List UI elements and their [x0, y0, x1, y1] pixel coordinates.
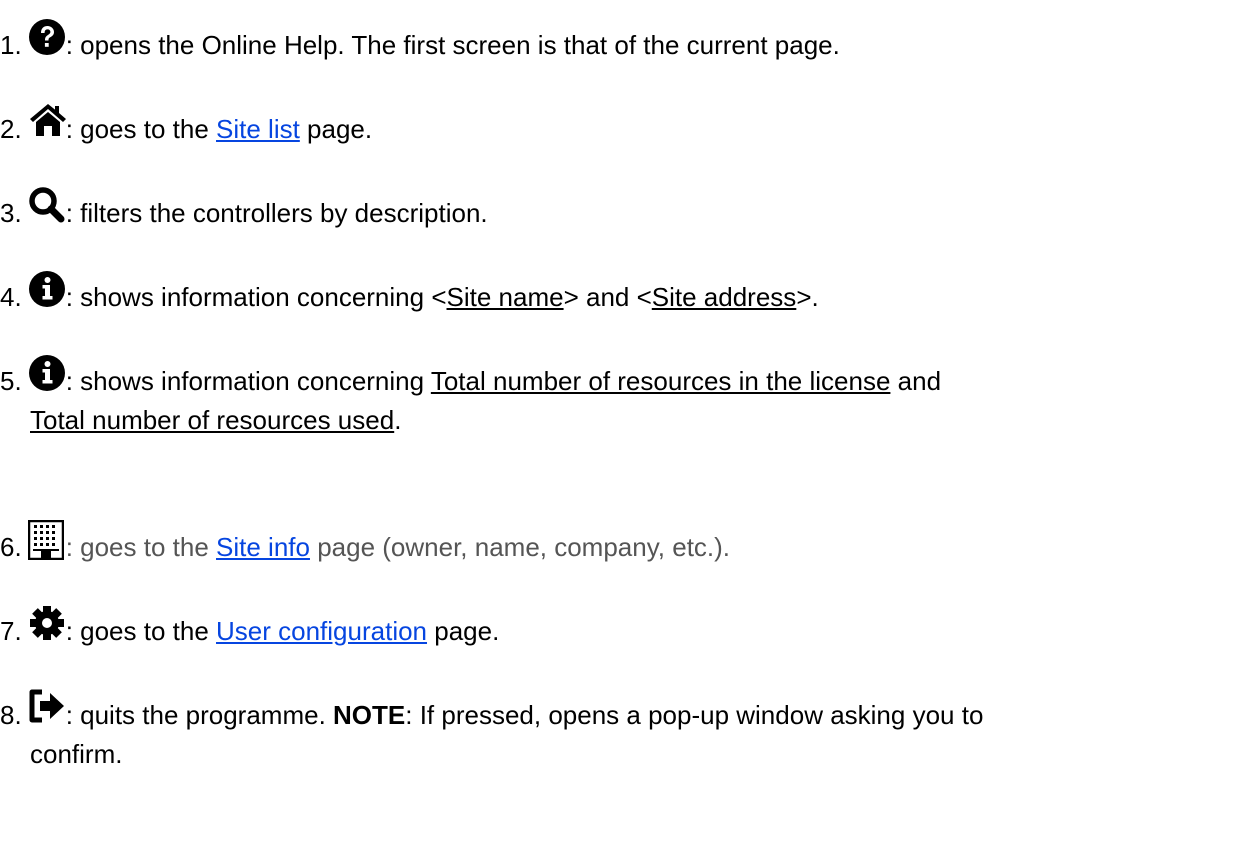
item-text-pre: : goes to the	[65, 616, 217, 646]
item-text-post: >.	[796, 282, 819, 312]
item-text: : filters the controllers by description…	[65, 198, 488, 228]
item-text-post: .	[394, 405, 402, 435]
info-circle-icon	[28, 354, 66, 394]
sign-out-icon	[28, 688, 66, 728]
item-text-post: page.	[427, 616, 500, 646]
list-item-site-info: 6. : goes to the Site info page (owner, …	[0, 520, 1250, 569]
question-circle-icon	[28, 18, 66, 58]
item-number: 5.	[0, 366, 22, 396]
site-info-link[interactable]: Site info	[216, 532, 310, 562]
item-text-post2: confirm.	[30, 739, 123, 769]
item-number: 2.	[0, 114, 22, 144]
site-name-term: Site name	[446, 282, 564, 312]
item-text-pre: : quits the programme.	[65, 700, 334, 730]
info-circle-icon	[28, 270, 66, 310]
item-text: : opens the Online Help. The first scree…	[65, 30, 840, 60]
list-item-user-config: 7. : goes to the User configuration page…	[0, 604, 1250, 653]
item-number: 3.	[0, 198, 22, 228]
item-number: 7.	[0, 616, 22, 646]
item-text-mid: > and <	[563, 282, 652, 312]
list-item-help: 1. : opens the Online Help. The first sc…	[0, 18, 1250, 67]
item-number: 1.	[0, 30, 22, 60]
item-number: 8.	[0, 700, 22, 730]
user-configuration-link[interactable]: User configuration	[216, 616, 427, 646]
item-text-pre: : shows information concerning	[65, 366, 431, 396]
list-item-home: 2. : goes to the Site list page.	[0, 102, 1250, 151]
note-label: NOTE	[333, 700, 406, 730]
building-icon	[27, 520, 66, 560]
home-icon	[28, 102, 66, 142]
list-item-license-info-tooltip: 5. : shows information concerning Total …	[0, 354, 1250, 403]
item-text-pre: : shows information concerning <	[65, 282, 447, 312]
list-item-site-info-tooltip: 4. : shows information concerning <Site …	[0, 270, 1250, 319]
site-list-link[interactable]: Site list	[216, 114, 300, 144]
total-resources-license-term: Total number of resources in the license	[430, 366, 891, 396]
list-item-search: 3. : filters the controllers by descript…	[0, 186, 1250, 235]
list-item-logout-line2: confirm.	[30, 732, 122, 776]
site-address-term: Site address	[651, 282, 797, 312]
item-text-pre: : goes to the	[65, 114, 217, 144]
total-resources-used-term: Total number of resources used	[30, 405, 395, 435]
item-text-post: : If pressed, opens a pop-up window aski…	[405, 700, 984, 730]
item-text-mid: and	[890, 366, 942, 396]
list-item-license-info-line2: Total number of resources used.	[30, 398, 401, 442]
list-item-logout: 8. : quits the programme. NOTE: If press…	[0, 688, 1250, 737]
item-text-post: page.	[299, 114, 373, 144]
gear-icon	[28, 604, 66, 644]
item-text-pre: : goes to the	[65, 532, 217, 562]
item-number: 4.	[0, 282, 22, 312]
item-text-post: page (owner, name, company, etc.).	[309, 532, 731, 562]
item-number: 6.	[0, 532, 22, 562]
search-icon	[28, 186, 66, 226]
